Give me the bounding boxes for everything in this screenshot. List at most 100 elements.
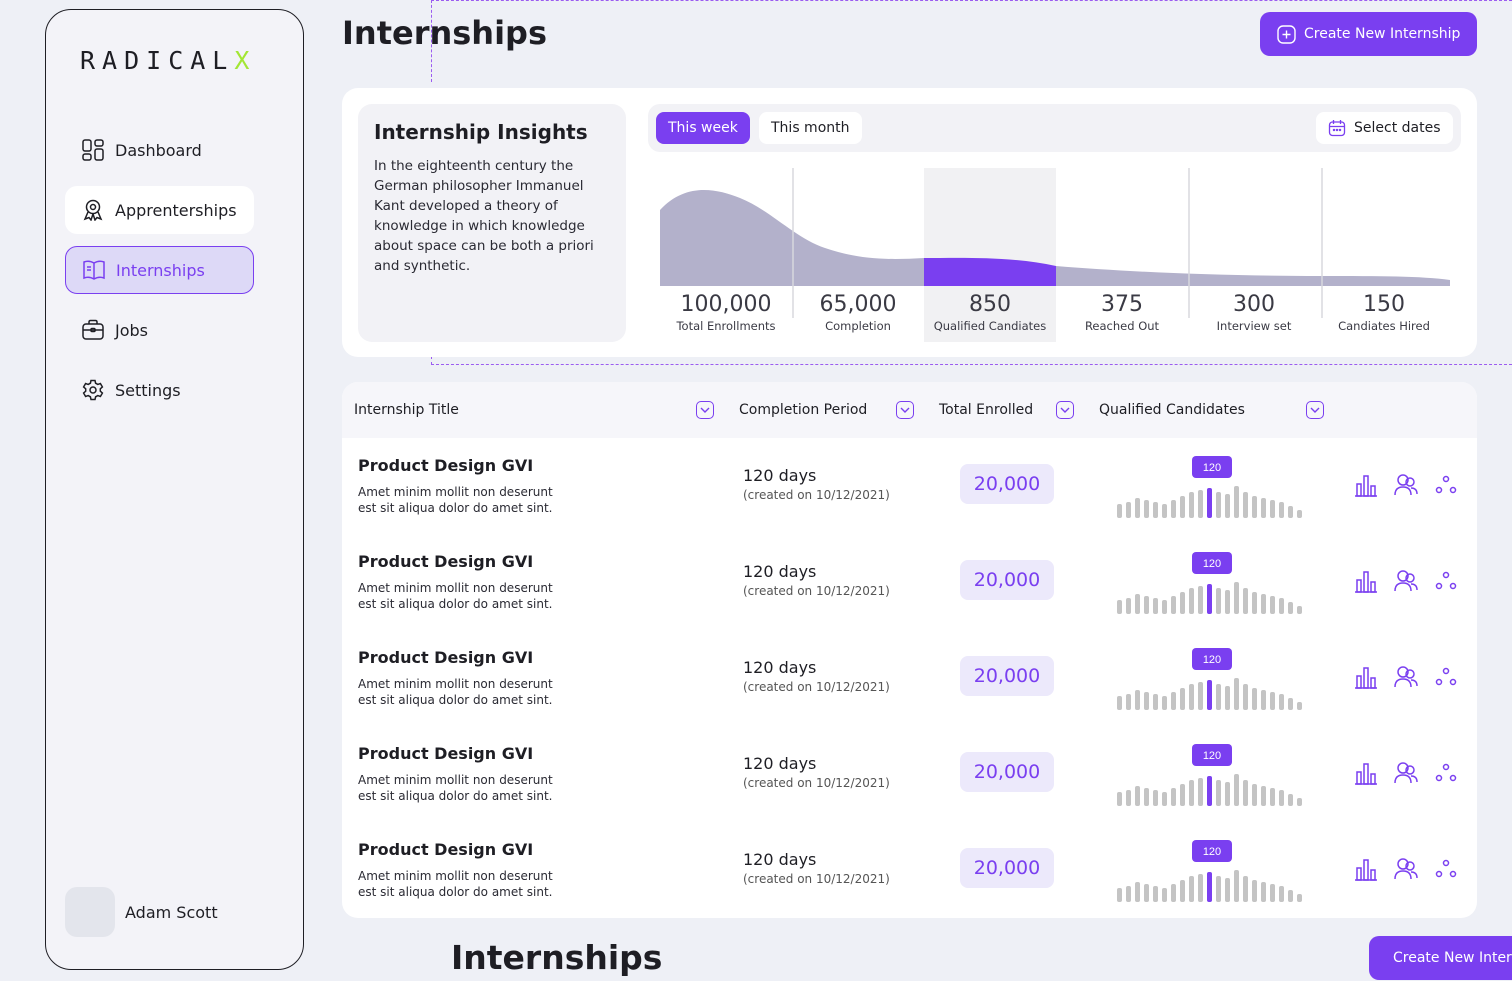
qualified-bar <box>1162 888 1167 902</box>
avatar <box>65 887 115 937</box>
table-row[interactable]: Product Design GVI Amet minim mollit non… <box>342 438 1477 534</box>
qualified-bar <box>1153 598 1158 614</box>
sidebar-item-jobs[interactable]: Jobs <box>65 306 254 354</box>
internship-title[interactable]: Product Design GVI <box>358 456 533 475</box>
qualified-bar <box>1126 598 1131 614</box>
more-options-icon[interactable] <box>1433 568 1459 594</box>
qualified-bar <box>1117 504 1122 518</box>
bar-chart-icon[interactable] <box>1353 472 1379 498</box>
sidebar-item-settings[interactable]: Settings <box>65 366 254 414</box>
qualified-badge: 120 <box>1203 654 1221 666</box>
qualified-bar <box>1252 784 1257 806</box>
book-icon <box>82 258 106 282</box>
internship-title[interactable]: Product Design GVI <box>358 552 533 571</box>
bar-chart-icon[interactable] <box>1353 568 1379 594</box>
page-title: Internships <box>342 14 547 52</box>
internship-title[interactable]: Product Design GVI <box>358 840 533 859</box>
created-date: (created on 10/12/2021) <box>743 680 890 694</box>
qualified-bar <box>1144 500 1149 518</box>
qualified-bar <box>1261 786 1266 806</box>
qualified-bar <box>1135 882 1140 902</box>
sidebar-item-label: Apprenterships <box>115 200 237 220</box>
bar-chart-icon[interactable] <box>1353 664 1379 690</box>
users-icon[interactable] <box>1393 760 1419 786</box>
table-row[interactable]: Product Design GVI Amet minim mollit non… <box>342 726 1477 822</box>
qualified-bar <box>1252 496 1257 518</box>
users-icon[interactable] <box>1393 472 1419 498</box>
table-row[interactable]: Product Design GVI Amet minim mollit non… <box>342 630 1477 726</box>
users-icon[interactable] <box>1393 856 1419 882</box>
stat-qualified-candidates: 850 Qualified Candiates <box>924 292 1056 333</box>
sort-enrolled-button[interactable] <box>1056 401 1074 419</box>
filter-label: This month <box>771 120 850 136</box>
user-profile[interactable]: Adam Scott <box>65 887 218 937</box>
qualified-bar <box>1117 600 1122 614</box>
qualified-bar <box>1234 582 1239 614</box>
create-internship-button[interactable]: Create New Internship <box>1260 12 1477 56</box>
stat-label: Candiates Hired <box>1338 319 1430 333</box>
more-options-icon[interactable] <box>1433 472 1459 498</box>
more-options-icon[interactable] <box>1433 664 1459 690</box>
total-enrolled-badge: 20,000 <box>960 464 1054 504</box>
qualified-bar <box>1180 496 1185 518</box>
sidebar-item-internships[interactable]: Internships <box>65 246 254 294</box>
qualified-bar <box>1144 884 1149 902</box>
table-row[interactable]: Product Design GVI Amet minim mollit non… <box>342 534 1477 630</box>
created-date: (created on 10/12/2021) <box>743 584 890 598</box>
qualified-bar <box>1189 588 1194 614</box>
created-date: (created on 10/12/2021) <box>743 776 890 790</box>
qualified-bar <box>1198 586 1203 614</box>
bar-chart-icon[interactable] <box>1353 856 1379 882</box>
internship-title[interactable]: Product Design GVI <box>358 648 533 667</box>
more-options-icon[interactable] <box>1433 856 1459 882</box>
bar-chart-icon[interactable] <box>1353 760 1379 786</box>
stat-value: 100,000 <box>680 292 772 317</box>
internship-description: Amet minim mollit non deserunt est sit a… <box>358 581 553 611</box>
internship-description: Amet minim mollit non deserunt est sit a… <box>358 773 553 803</box>
table-row[interactable]: Product Design GVI Amet minim mollit non… <box>342 822 1477 918</box>
qualified-bar <box>1207 872 1212 902</box>
header-qualified-candidates: Qualified Candidates <box>1099 402 1245 418</box>
header-internship-title: Internship Title <box>354 402 459 418</box>
qualified-bar <box>1234 678 1239 710</box>
qualified-bar <box>1153 502 1158 518</box>
qualified-bar <box>1234 774 1239 806</box>
qualified-bar <box>1198 490 1203 518</box>
internship-title[interactable]: Product Design GVI <box>358 744 533 763</box>
filter-this-month[interactable]: This month <box>759 112 862 144</box>
users-icon[interactable] <box>1393 568 1419 594</box>
select-dates-button[interactable]: Select dates <box>1316 112 1453 144</box>
qualified-bar <box>1189 876 1194 902</box>
qualified-bar <box>1162 504 1167 518</box>
total-enrolled-badge: 20,000 <box>960 752 1054 792</box>
qualified-bar <box>1117 696 1122 710</box>
stat-label: Total Enrollments <box>676 319 776 333</box>
qualified-badge: 120 <box>1203 846 1221 858</box>
sort-period-button[interactable] <box>896 401 914 419</box>
qualified-bar <box>1288 602 1293 614</box>
qualified-bar <box>1252 592 1257 614</box>
filter-this-week[interactable]: This week <box>656 112 750 144</box>
users-icon[interactable] <box>1393 664 1419 690</box>
sidebar-item-dashboard[interactable]: Dashboard <box>65 126 254 174</box>
sidebar-item-apprenterships[interactable]: Apprenterships <box>65 186 254 234</box>
qualified-bar <box>1279 694 1284 710</box>
qualified-bar <box>1180 688 1185 710</box>
completion-days: 120 days <box>743 562 817 581</box>
sort-qualified-button[interactable] <box>1306 401 1324 419</box>
selection-frame-bottom <box>431 364 1512 365</box>
qualified-bar <box>1243 588 1248 614</box>
qualified-bar <box>1288 698 1293 710</box>
created-date: (created on 10/12/2021) <box>743 872 890 886</box>
qualified-bar <box>1153 790 1158 806</box>
more-options-icon[interactable] <box>1433 760 1459 786</box>
qualified-bar <box>1216 876 1221 902</box>
chevron-down-icon <box>1310 407 1320 413</box>
qualified-bar <box>1171 596 1176 614</box>
sort-title-button[interactable] <box>696 401 714 419</box>
duplicate-create-internship-button[interactable]: Create New Internship <box>1369 936 1512 980</box>
table-header: Internship Title Completion Period Total… <box>342 382 1477 438</box>
qualified-bar <box>1117 888 1122 902</box>
stat-value: 150 <box>1363 292 1405 317</box>
sidebar-item-label: Internships <box>116 260 205 280</box>
